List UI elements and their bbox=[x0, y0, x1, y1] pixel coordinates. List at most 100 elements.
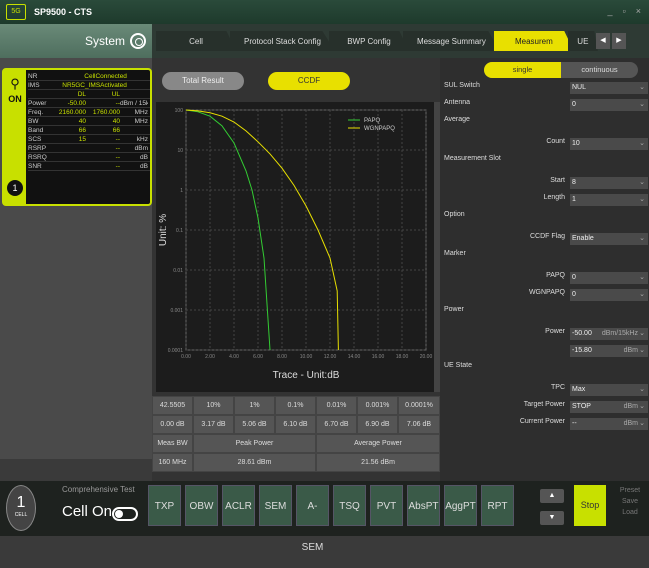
param-value-field[interactable]: 0 ⌄ bbox=[570, 99, 648, 111]
mode-toggle[interactable]: single continuous bbox=[484, 62, 638, 78]
table-cell: Meas BW bbox=[152, 434, 193, 453]
x-tick-label: 4.00 bbox=[229, 354, 239, 360]
cell-number-badge: 1 bbox=[7, 180, 23, 196]
param-label: TPC bbox=[551, 384, 565, 391]
cell-info-row: SNR -- dB bbox=[28, 162, 150, 171]
param-row: Start 8 ⌄ bbox=[440, 177, 649, 191]
cell-info-value: DL bbox=[77, 90, 86, 98]
param-label: Target Power bbox=[523, 401, 565, 408]
tab-message-summary[interactable]: Message Summary bbox=[402, 31, 500, 51]
tab-ue[interactable]: UE bbox=[567, 31, 598, 51]
ccdf-button[interactable]: CCDF bbox=[268, 72, 350, 90]
stop-button[interactable]: Stop bbox=[574, 485, 606, 526]
tab-prev-button[interactable]: ◀ bbox=[596, 33, 610, 49]
cell-info-value: -- bbox=[115, 162, 120, 170]
system-button[interactable]: System bbox=[0, 24, 152, 58]
scroll-down-button[interactable]: ▼ bbox=[540, 511, 564, 525]
maximize-button[interactable]: ▫ bbox=[623, 6, 626, 16]
meas-button-a-sem[interactable]: A-SEM bbox=[296, 485, 329, 553]
cell-info-row: Freq. 2160.000 1760.000 MHz bbox=[28, 108, 150, 117]
param-value-field[interactable]: 0 ⌄ bbox=[570, 272, 648, 284]
param-value-field[interactable]: Enable ⌄ bbox=[570, 233, 648, 245]
param-value-field[interactable]: STOP dBm ⌄ bbox=[570, 401, 648, 413]
section-label: Average bbox=[444, 116, 470, 123]
param-label: WGNPAPQ bbox=[528, 289, 565, 296]
table-cell: 0.00 dB bbox=[152, 415, 193, 434]
param-label: Length bbox=[543, 194, 565, 201]
cell-badge-number: 1 bbox=[16, 494, 26, 511]
param-value-field[interactable]: 0 ⌄ bbox=[570, 289, 648, 301]
single-option[interactable]: single bbox=[484, 62, 561, 78]
cell-on-toggle[interactable] bbox=[112, 507, 138, 521]
cell-badge[interactable]: 1 CELL bbox=[6, 485, 36, 531]
param-value: NUL bbox=[572, 84, 587, 91]
cell-info-table: NR CellConnected IMS NR5GC_IMSActivated DL UL… bbox=[28, 72, 150, 171]
meas-button-rpt[interactable]: RPT bbox=[481, 485, 514, 526]
cell-info-row: BW 40 40 MHz bbox=[28, 117, 150, 126]
section-label: UE State bbox=[444, 362, 473, 369]
param-row: Current Power -- dBm ⌄ bbox=[440, 418, 649, 432]
param-row: Option bbox=[440, 211, 649, 225]
param-value-field[interactable]: -- dBm ⌄ bbox=[570, 418, 648, 430]
table-row: 42.5505 10% 1% 0.1% 0.01% 0.001% 0.0001% bbox=[152, 396, 440, 415]
cell-info-value: SCS bbox=[28, 135, 42, 143]
meas-button-obw[interactable]: OBW bbox=[185, 485, 218, 526]
tab-bwp-config[interactable]: BWP Config bbox=[328, 31, 409, 51]
y-tick-label: 0.1 bbox=[176, 228, 183, 234]
meas-button-txp[interactable]: TXP bbox=[148, 485, 181, 526]
x-tick-label: 20.00 bbox=[420, 354, 433, 360]
y-tick-label: 10 bbox=[177, 148, 183, 154]
table-cell: Average Power bbox=[316, 434, 440, 453]
minimize-button[interactable]: _ bbox=[608, 6, 613, 16]
preset-menu[interactable]: Preset Save Load bbox=[612, 485, 648, 518]
table-cell: 6.90 dB bbox=[357, 415, 398, 434]
dropdown-caret-icon: ⌄ bbox=[639, 274, 645, 281]
param-value-field[interactable]: Max ⌄ bbox=[570, 384, 648, 396]
cell-info-value: -- bbox=[115, 135, 120, 143]
table-cell: Peak Power bbox=[193, 434, 316, 453]
x-tick-label: 14.00 bbox=[348, 354, 361, 360]
x-tick-label: 0.00 bbox=[181, 354, 191, 360]
tab-next-button[interactable]: ▶ bbox=[612, 33, 626, 49]
param-value-field[interactable]: NUL ⌄ bbox=[570, 82, 648, 94]
meas-button-abspt[interactable]: AbsPT bbox=[407, 485, 440, 526]
param-value-field[interactable]: 8 ⌄ bbox=[570, 177, 648, 189]
cell-info-value: RSRP bbox=[28, 144, 47, 152]
meas-button-pvt[interactable]: PVT bbox=[370, 485, 403, 526]
param-value: -50.00 bbox=[572, 330, 592, 337]
close-button[interactable]: × bbox=[636, 6, 641, 16]
meas-button-aclr[interactable]: ACLR bbox=[222, 485, 255, 526]
meas-button-sem[interactable]: SEM bbox=[259, 485, 292, 526]
cell-info-value: 15 bbox=[78, 135, 86, 143]
cell-info-row: RSRQ -- dB bbox=[28, 153, 150, 162]
param-row: TPC Max ⌄ bbox=[440, 384, 649, 398]
load-label: Load bbox=[622, 509, 638, 516]
cell-on-label: Cell On bbox=[62, 503, 113, 520]
tab-measurem[interactable]: Measurem bbox=[493, 31, 574, 51]
total-result-button[interactable]: Total Result bbox=[162, 72, 244, 90]
x-tick-label: 10.00 bbox=[300, 354, 313, 360]
table-row: 160 MHz 28.61 dBm 21.56 dBm bbox=[152, 453, 440, 472]
meas-button-aggpt[interactable]: AggPT bbox=[444, 485, 477, 526]
param-row: Target Power STOP dBm ⌄ bbox=[440, 401, 649, 415]
y-tick-label: 100 bbox=[175, 108, 184, 114]
x-tick-label: 6.00 bbox=[253, 354, 263, 360]
cell-info-value: Band bbox=[28, 126, 44, 134]
cell-info-row: Band 66 66 bbox=[28, 126, 150, 135]
param-value-field[interactable]: 10 ⌄ bbox=[570, 138, 648, 150]
scroll-up-button[interactable]: ▲ bbox=[540, 489, 564, 503]
meas-button-tsq[interactable]: TSQ bbox=[333, 485, 366, 526]
cell-status-card[interactable]: ⚲ ON 1 NR CellConnected IMS NR5GC_IMSActiva… bbox=[2, 68, 152, 206]
x-tick-label: 12.00 bbox=[324, 354, 337, 360]
cell-badge-text: CELL bbox=[14, 512, 28, 518]
tab-protocol-stack-config[interactable]: Protocol Stack Config bbox=[230, 31, 335, 51]
param-value-field[interactable]: -50.00 dBm/15kHz ⌄ bbox=[570, 328, 648, 340]
tab-cell[interactable]: Cell bbox=[156, 31, 236, 51]
cell-info-value: -- bbox=[115, 153, 120, 161]
param-value-field[interactable]: 1 ⌄ bbox=[570, 194, 648, 206]
save-label: Save bbox=[622, 498, 638, 505]
section-label: Power bbox=[444, 306, 464, 313]
param-value-field[interactable]: -15.80 dBm ⌄ bbox=[570, 345, 648, 357]
dropdown-caret-icon: ⌄ bbox=[639, 196, 645, 203]
continuous-option[interactable]: continuous bbox=[561, 62, 638, 78]
